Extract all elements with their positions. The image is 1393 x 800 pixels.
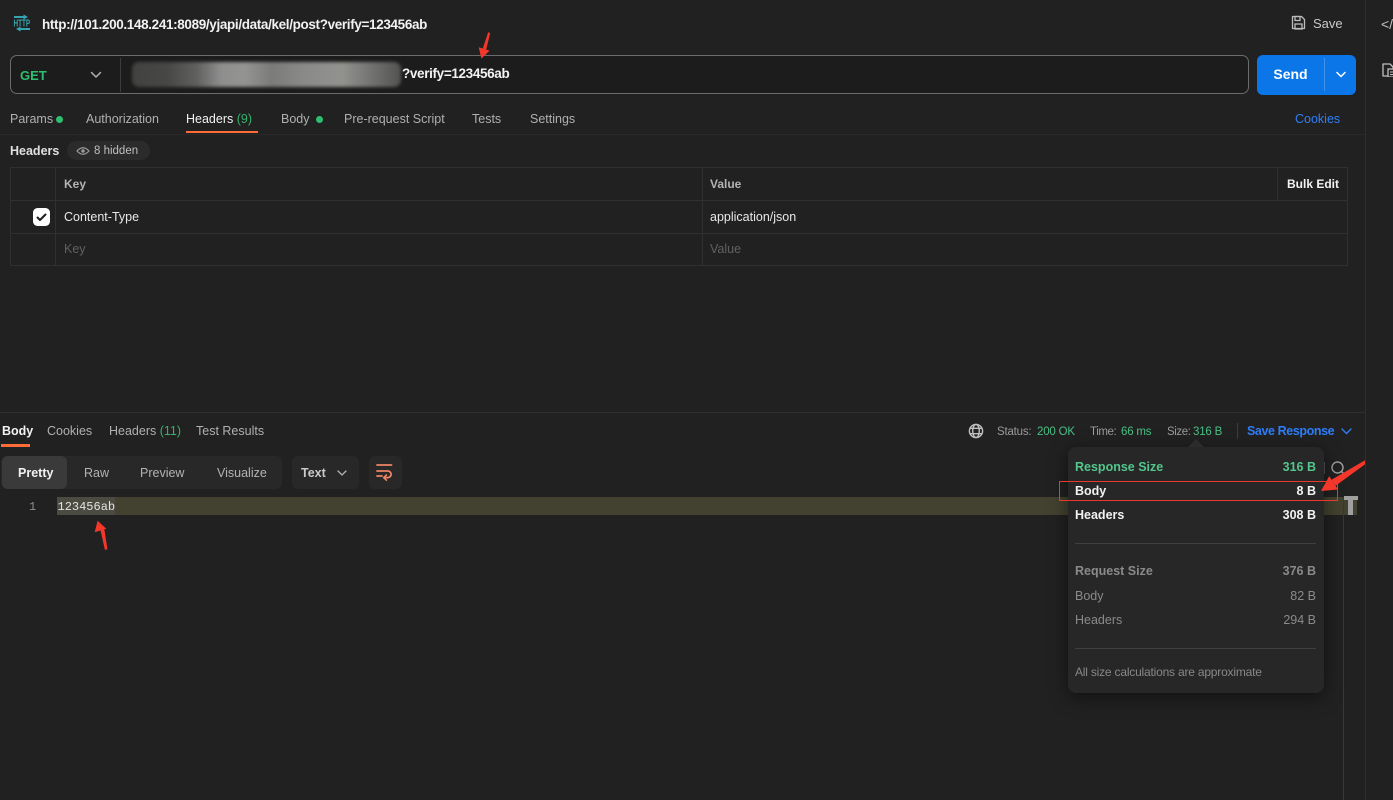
svg-text:HTTP: HTTP [14,17,31,29]
